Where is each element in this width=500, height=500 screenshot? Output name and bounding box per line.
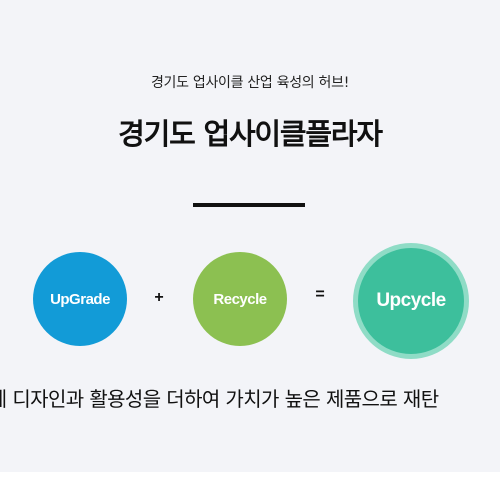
recycle-circle: Recycle: [193, 252, 287, 346]
upcycle-description: 품에 디자인과 활용성을 더하여 가치가 높은 제품으로 재탄: [0, 387, 439, 411]
hero-section: 경기도 업사이클 산업 육성의 허브! 경기도 업사이클플라자 UpGrade …: [0, 0, 500, 472]
upcycle-circle: Upcycle: [353, 243, 469, 359]
upcycle-label: Upcycle: [376, 290, 446, 311]
plus-sign: +: [154, 289, 164, 306]
page-title: 경기도 업사이클플라자: [118, 117, 383, 151]
upgrade-circle: UpGrade: [33, 252, 127, 346]
title-divider: [193, 203, 305, 207]
hero-subtitle: 경기도 업사이클 산업 육성의 허브!: [150, 75, 350, 91]
recycle-label: Recycle: [213, 290, 267, 308]
equals-sign: =: [315, 286, 325, 303]
page: 경기도 업사이클 산업 육성의 허브! 경기도 업사이클플라자 UpGrade …: [0, 0, 500, 500]
upgrade-label: UpGrade: [50, 290, 110, 308]
